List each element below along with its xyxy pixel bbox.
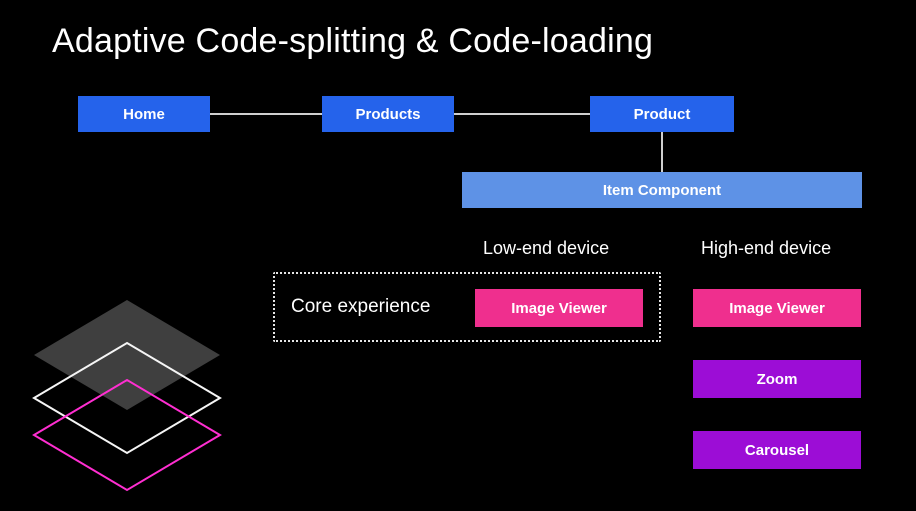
module-low-image-viewer-label: Image Viewer <box>511 300 607 317</box>
node-product-label: Product <box>634 106 691 123</box>
module-low-image-viewer: Image Viewer <box>475 289 643 327</box>
node-item-component: Item Component <box>462 172 862 208</box>
connector-home-products <box>210 113 322 115</box>
module-high-zoom: Zoom <box>693 360 861 398</box>
node-home-label: Home <box>123 106 165 123</box>
module-high-carousel-label: Carousel <box>745 442 809 459</box>
column-header-low: Low-end device <box>483 238 609 259</box>
page-title: Adaptive Code-splitting & Code-loading <box>52 22 653 61</box>
node-item-component-label: Item Component <box>603 182 721 199</box>
module-high-image-viewer: Image Viewer <box>693 289 861 327</box>
layered-diamonds-icon <box>25 295 230 495</box>
connector-products-product <box>454 113 590 115</box>
node-products-label: Products <box>355 106 420 123</box>
connector-product-item-vertical <box>661 132 663 172</box>
node-home: Home <box>78 96 210 132</box>
core-experience-label: Core experience <box>291 296 430 318</box>
module-high-zoom-label: Zoom <box>757 371 798 388</box>
node-products: Products <box>322 96 454 132</box>
node-product: Product <box>590 96 734 132</box>
module-high-image-viewer-label: Image Viewer <box>729 300 825 317</box>
column-header-high: High-end device <box>701 238 831 259</box>
module-high-carousel: Carousel <box>693 431 861 469</box>
